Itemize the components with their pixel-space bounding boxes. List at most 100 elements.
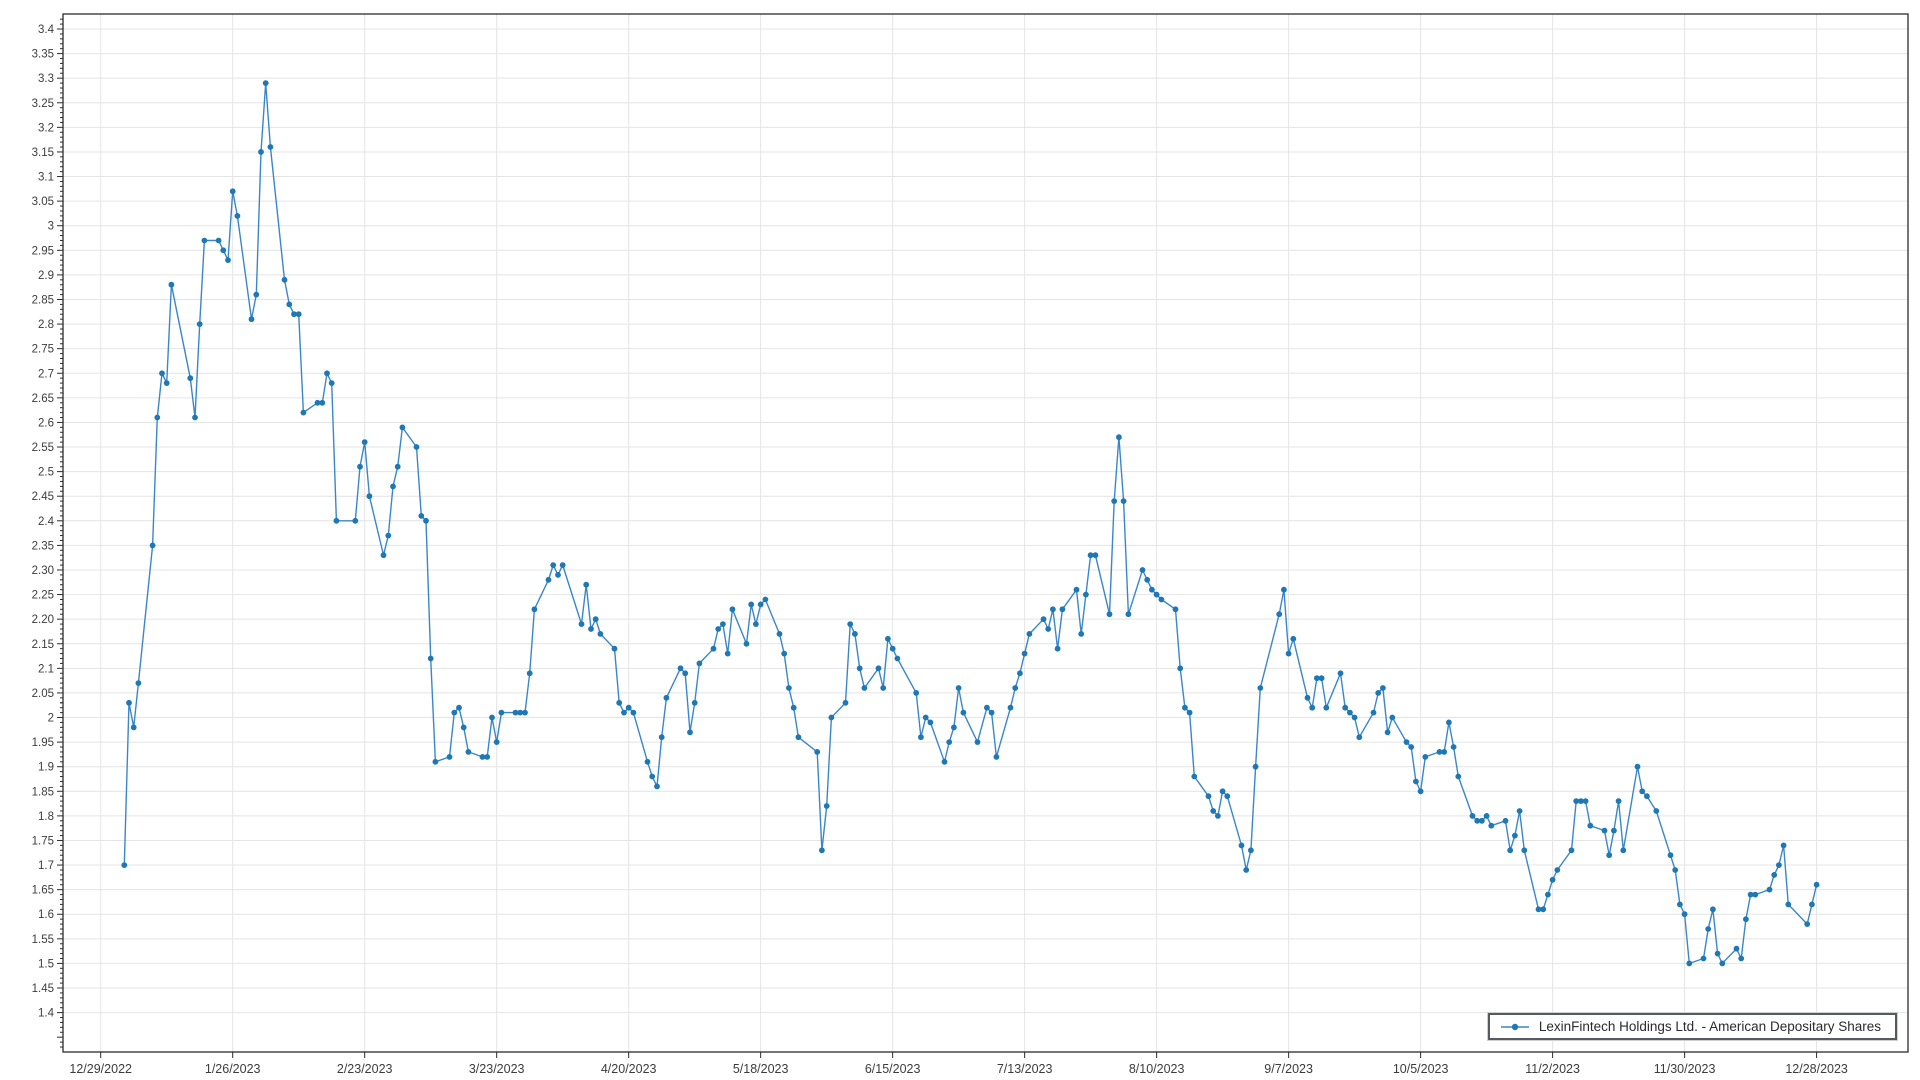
data-point-marker[interactable] <box>550 562 556 568</box>
data-point-marker[interactable] <box>1045 626 1051 632</box>
data-point-marker[interactable] <box>1083 592 1089 598</box>
data-point-marker[interactable] <box>626 705 632 711</box>
data-point-marker[interactable] <box>1276 611 1282 617</box>
data-point-marker[interactable] <box>984 705 990 711</box>
data-point-marker[interactable] <box>197 321 203 327</box>
data-point-marker[interactable] <box>744 641 750 647</box>
data-point-marker[interactable] <box>126 700 132 706</box>
data-point-marker[interactable] <box>588 626 594 632</box>
data-point-marker[interactable] <box>1479 818 1485 824</box>
data-point-marker[interactable] <box>763 597 769 603</box>
data-point-marker[interactable] <box>220 247 226 253</box>
data-point-marker[interactable] <box>1809 902 1815 908</box>
data-point-marker[interactable] <box>913 690 919 696</box>
data-point-marker[interactable] <box>395 464 401 470</box>
data-point-marker[interactable] <box>1734 946 1740 952</box>
data-point-marker[interactable] <box>164 380 170 386</box>
data-point-marker[interactable] <box>956 685 962 691</box>
data-point-marker[interactable] <box>1140 567 1146 573</box>
data-point-marker[interactable] <box>216 238 222 244</box>
data-point-marker[interactable] <box>876 665 882 671</box>
data-point-marker[interactable] <box>786 685 792 691</box>
data-point-marker[interactable] <box>645 759 651 765</box>
data-point-marker[interactable] <box>499 710 505 716</box>
data-point-marker[interactable] <box>1356 734 1362 740</box>
data-point-marker[interactable] <box>631 710 637 716</box>
data-point-marker[interactable] <box>1050 606 1056 612</box>
data-point-marker[interactable] <box>895 656 901 662</box>
data-point-marker[interactable] <box>1743 916 1749 922</box>
data-point-marker[interactable] <box>1144 577 1150 583</box>
data-point-marker[interactable] <box>1380 685 1386 691</box>
data-point-marker[interactable] <box>711 646 717 652</box>
data-point-marker[interactable] <box>1451 744 1457 750</box>
data-point-marker[interactable] <box>319 400 325 406</box>
data-point-marker[interactable] <box>829 715 835 721</box>
data-point-marker[interactable] <box>268 144 274 150</box>
data-point-marker[interactable] <box>687 729 693 735</box>
data-point-marker[interactable] <box>654 784 660 790</box>
data-point-marker[interactable] <box>692 700 698 706</box>
data-point-marker[interactable] <box>748 602 754 608</box>
data-point-marker[interactable] <box>1644 793 1650 799</box>
data-point-marker[interactable] <box>136 680 142 686</box>
data-point-marker[interactable] <box>286 302 292 308</box>
data-point-marker[interactable] <box>352 518 358 524</box>
data-point-marker[interactable] <box>1738 956 1744 962</box>
data-point-marker[interactable] <box>466 749 472 755</box>
data-point-marker[interactable] <box>1719 961 1725 967</box>
data-point-marker[interactable] <box>433 759 439 765</box>
data-point-marker[interactable] <box>857 665 863 671</box>
data-point-marker[interactable] <box>753 621 759 627</box>
data-point-marker[interactable] <box>334 518 340 524</box>
data-point-marker[interactable] <box>1290 636 1296 642</box>
data-point-marker[interactable] <box>923 715 929 721</box>
data-point-marker[interactable] <box>131 725 137 731</box>
data-point-marker[interactable] <box>1507 847 1513 853</box>
data-point-marker[interactable] <box>989 710 995 716</box>
data-point-marker[interactable] <box>664 695 670 701</box>
data-point-marker[interactable] <box>1389 715 1395 721</box>
data-point-marker[interactable] <box>843 700 849 706</box>
data-point-marker[interactable] <box>1027 631 1033 637</box>
data-point-marker[interactable] <box>1569 847 1575 853</box>
data-point-marker[interactable] <box>1639 788 1645 794</box>
data-point-marker[interactable] <box>781 651 787 657</box>
data-point-marker[interactable] <box>489 715 495 721</box>
data-point-marker[interactable] <box>1012 685 1018 691</box>
data-point-marker[interactable] <box>494 739 500 745</box>
data-point-marker[interactable] <box>1055 646 1061 652</box>
data-point-marker[interactable] <box>612 646 618 652</box>
data-point-marker[interactable] <box>715 626 721 632</box>
data-point-marker[interactable] <box>423 518 429 524</box>
data-point-marker[interactable] <box>852 631 858 637</box>
data-point-marker[interactable] <box>381 552 387 558</box>
data-point-marker[interactable] <box>484 754 490 760</box>
data-point-marker[interactable] <box>1093 552 1099 558</box>
data-point-marker[interactable] <box>720 621 726 627</box>
data-point-marker[interactable] <box>678 665 684 671</box>
data-point-marker[interactable] <box>1781 843 1787 849</box>
data-point-marker[interactable] <box>150 543 156 549</box>
data-point-marker[interactable] <box>1554 867 1560 873</box>
data-point-marker[interactable] <box>301 410 307 416</box>
data-point-marker[interactable] <box>235 213 241 219</box>
data-point-marker[interactable] <box>1606 852 1612 858</box>
data-point-marker[interactable] <box>994 754 1000 760</box>
data-point-marker[interactable] <box>1074 587 1080 593</box>
data-point-marker[interactable] <box>1422 754 1428 760</box>
data-point-marker[interactable] <box>532 606 538 612</box>
data-point-marker[interactable] <box>1635 764 1641 770</box>
data-point-marker[interactable] <box>1682 911 1688 917</box>
data-point-marker[interactable] <box>187 375 193 381</box>
data-point-marker[interactable] <box>1342 705 1348 711</box>
data-point-marker[interactable] <box>555 572 561 578</box>
data-point-marker[interactable] <box>819 847 825 853</box>
data-point-marker[interactable] <box>282 277 288 283</box>
data-point-marker[interactable] <box>1182 705 1188 711</box>
data-point-marker[interactable] <box>527 670 533 676</box>
data-point-marker[interactable] <box>928 720 934 726</box>
data-point-marker[interactable] <box>975 739 981 745</box>
data-point-marker[interactable] <box>1668 852 1674 858</box>
data-point-marker[interactable] <box>659 734 665 740</box>
